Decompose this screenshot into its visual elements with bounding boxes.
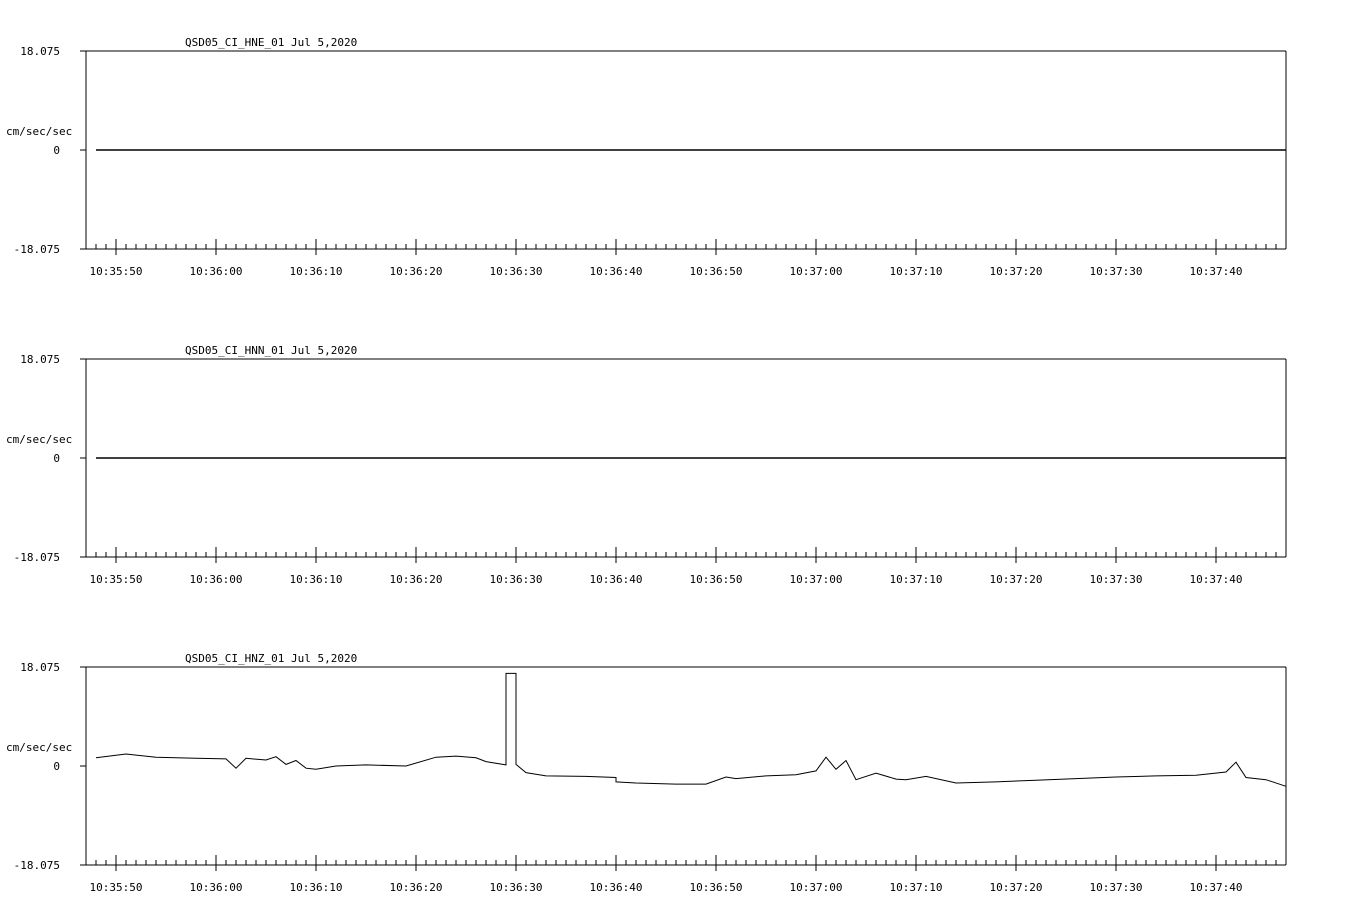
x-tick-label: 10:37:00 [790,881,843,894]
x-tick-label: 10:36:50 [690,573,743,586]
chart-title: QSD05_CI_HNZ_01 Jul 5,2020 [185,652,357,665]
y-tick-label: 0 [53,452,60,465]
y-tick-label: 18.075 [20,353,60,366]
trace-line [95,672,1287,787]
seismogram-figure: QSD05_CI_HNE_01 Jul 5,2020 cm/sec/sec 18.0… [6,36,1287,894]
x-tick-label: 10:36:50 [690,265,743,278]
y-axis-label: cm/sec/sec [6,125,72,138]
y-axis-label: cm/sec/sec [6,741,72,754]
y-tick-label: -18.075 [14,551,60,564]
x-tick-label: 10:37:40 [1190,265,1243,278]
x-tick-label: 10:36:40 [590,573,643,586]
x-tick-label: 10:37:10 [890,881,943,894]
x-tick-label: 10:37:20 [990,573,1043,586]
panel-3: QSD05_CI_HNZ_01 Jul 5,2020 cm/sec/sec 18.0… [6,652,1287,894]
chart-title: QSD05_CI_HNE_01 Jul 5,2020 [185,36,357,49]
x-tick-label: 10:35:50 [90,573,143,586]
x-tick-label: 10:36:00 [190,881,243,894]
chart-title: QSD05_CI_HNN_01 Jul 5,2020 [185,344,357,357]
x-tick-label: 10:36:30 [490,573,543,586]
x-tick-label: 10:35:50 [90,881,143,894]
y-tick-label: 0 [53,144,60,157]
panel-2: QSD05_CI_HNN_01 Jul 5,2020 cm/sec/sec 18.0… [6,344,1287,586]
x-tick-label: 10:37:40 [1190,573,1243,586]
y-tick-label: 0 [53,760,60,773]
x-tick-label: 10:36:00 [190,265,243,278]
x-tick-label: 10:36:40 [590,265,643,278]
x-tick-label: 10:37:20 [990,881,1043,894]
x-tick-label: 10:35:50 [90,265,143,278]
panel-1: QSD05_CI_HNE_01 Jul 5,2020 cm/sec/sec 18.0… [6,36,1287,278]
x-tick-label: 10:37:30 [1090,881,1143,894]
x-tick-label: 10:36:20 [390,573,443,586]
y-tick-label: 18.075 [20,661,60,674]
x-tick-label: 10:36:30 [490,265,543,278]
y-tick-label: -18.075 [14,243,60,256]
x-tick-label: 10:36:10 [290,881,343,894]
y-tick-label: 18.075 [20,45,60,58]
x-tick-label: 10:37:30 [1090,573,1143,586]
x-tick-label: 10:36:00 [190,573,243,586]
x-tick-label: 10:36:20 [390,881,443,894]
x-tick-label: 10:36:20 [390,265,443,278]
x-tick-label: 10:37:00 [790,265,843,278]
x-tick-label: 10:36:10 [290,573,343,586]
y-tick-label: -18.075 [14,859,60,872]
x-tick-label: 10:36:30 [490,881,543,894]
x-tick-label: 10:37:30 [1090,265,1143,278]
x-tick-label: 10:37:10 [890,573,943,586]
x-tick-label: 10:37:10 [890,265,943,278]
x-tick-label: 10:37:00 [790,573,843,586]
x-tick-label: 10:36:10 [290,265,343,278]
x-tick-label: 10:37:20 [990,265,1043,278]
y-axis-label: cm/sec/sec [6,433,72,446]
x-tick-label: 10:36:50 [690,881,743,894]
x-tick-label: 10:36:40 [590,881,643,894]
x-tick-label: 10:37:40 [1190,881,1243,894]
